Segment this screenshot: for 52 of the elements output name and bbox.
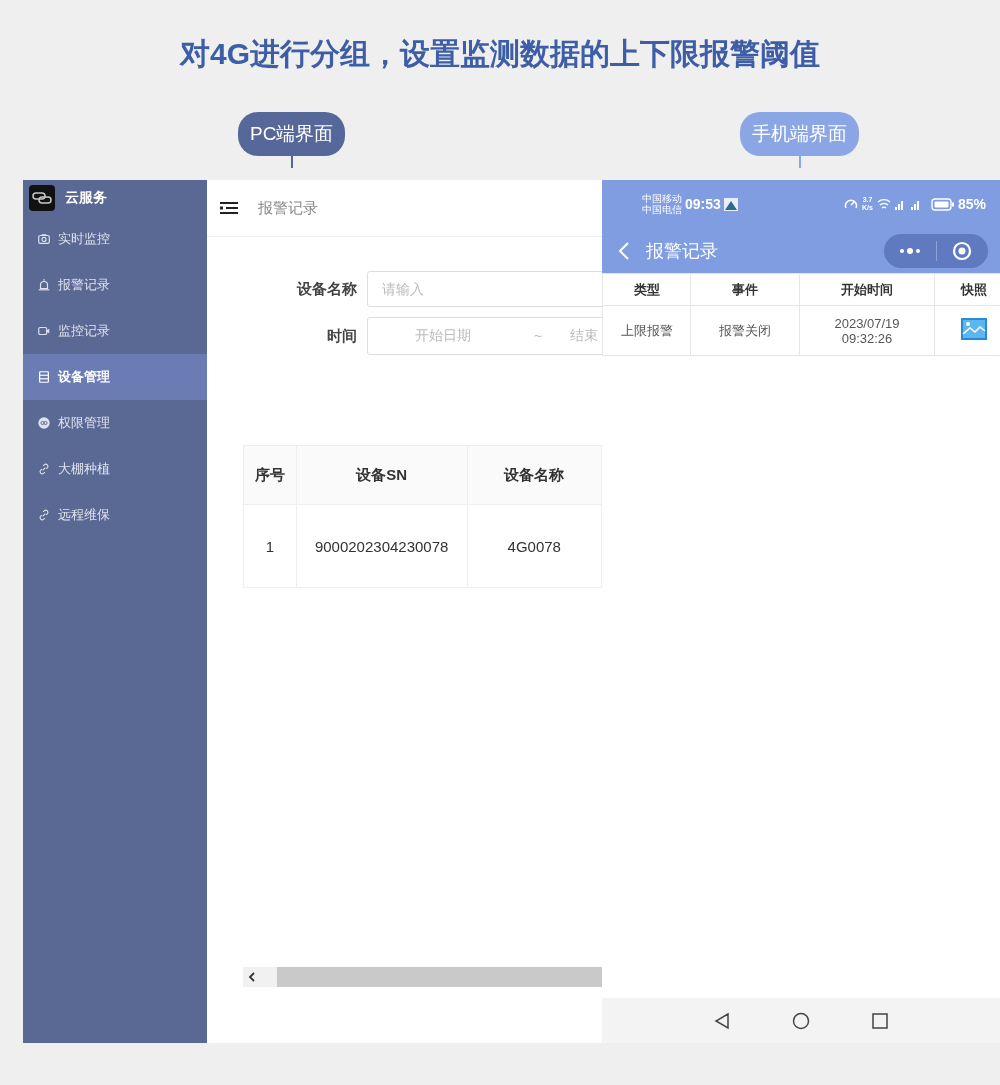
sidebar-item[interactable]: 监控记录 <box>23 308 207 354</box>
carrier-names: 中国移动 中国电信 <box>642 193 682 215</box>
sidebar-item[interactable]: 实时监控 <box>23 216 207 262</box>
horizontal-scrollbar[interactable] <box>243 967 602 987</box>
battery-percent: 85% <box>957 196 986 212</box>
field-label: 时间 <box>326 326 357 346</box>
column-header: 快照 <box>934 273 1000 306</box>
speedometer-icon <box>844 197 859 211</box>
clock: 09:53 <box>685 196 721 212</box>
sidebar-item[interactable]: 报警记录 <box>23 262 207 308</box>
mobile-label: 手机端界面 <box>740 112 860 156</box>
device-name-field[interactable]: 请输入 <box>367 271 602 307</box>
table-cell: 2023/07/19 09:32:26 <box>799 305 935 356</box>
column-header: 开始时间 <box>799 273 935 306</box>
brand-name: 云服务 <box>65 189 107 207</box>
target-icon <box>952 240 973 261</box>
list-icon <box>37 370 51 384</box>
badge-icon <box>37 416 51 430</box>
table-cell: 上限报警 <box>602 305 691 356</box>
back-button[interactable] <box>714 1011 730 1030</box>
home-button[interactable] <box>792 1011 810 1030</box>
battery-icon <box>930 197 955 211</box>
recents-button[interactable] <box>872 1012 888 1029</box>
bell-icon <box>37 278 51 292</box>
column-header: 序号 <box>243 445 297 505</box>
sidebar-item[interactable]: 权限管理 <box>23 400 207 446</box>
link-icon <box>37 508 51 522</box>
menu-icon[interactable] <box>220 201 238 215</box>
video-icon <box>37 324 51 338</box>
field-label: 设备名称 <box>295 279 357 299</box>
camera-icon <box>37 232 51 246</box>
table-cell: 9000202304230078 <box>296 504 468 588</box>
pc-label: PC端界面 <box>238 112 346 156</box>
table-cell: 1 <box>243 504 297 588</box>
column-header: 类型 <box>602 273 691 306</box>
headline: 对4G进行分组，设置监测数据的上下限报警阈值 <box>178 36 821 72</box>
more-icon <box>898 247 921 254</box>
sidebar-item[interactable]: 设备管理 <box>23 354 207 400</box>
image-icon[interactable] <box>960 318 987 340</box>
sidebar-item[interactable]: 远程维保 <box>23 492 207 538</box>
app-icon <box>723 197 738 211</box>
screen-title: 报警记录 <box>646 239 719 263</box>
table-cell: 报警关闭 <box>690 305 800 356</box>
link-icon <box>37 462 51 476</box>
table-cell: 4G0078 <box>467 504 602 588</box>
logo-icon <box>29 185 55 211</box>
back-icon[interactable] <box>618 240 630 261</box>
column-header: 设备名称 <box>467 445 602 505</box>
page-title: 报警记录 <box>258 198 318 218</box>
sidebar-item[interactable]: 大棚种植 <box>23 446 207 492</box>
column-header: 设备SN <box>296 445 468 505</box>
column-header: 事件 <box>690 273 800 306</box>
